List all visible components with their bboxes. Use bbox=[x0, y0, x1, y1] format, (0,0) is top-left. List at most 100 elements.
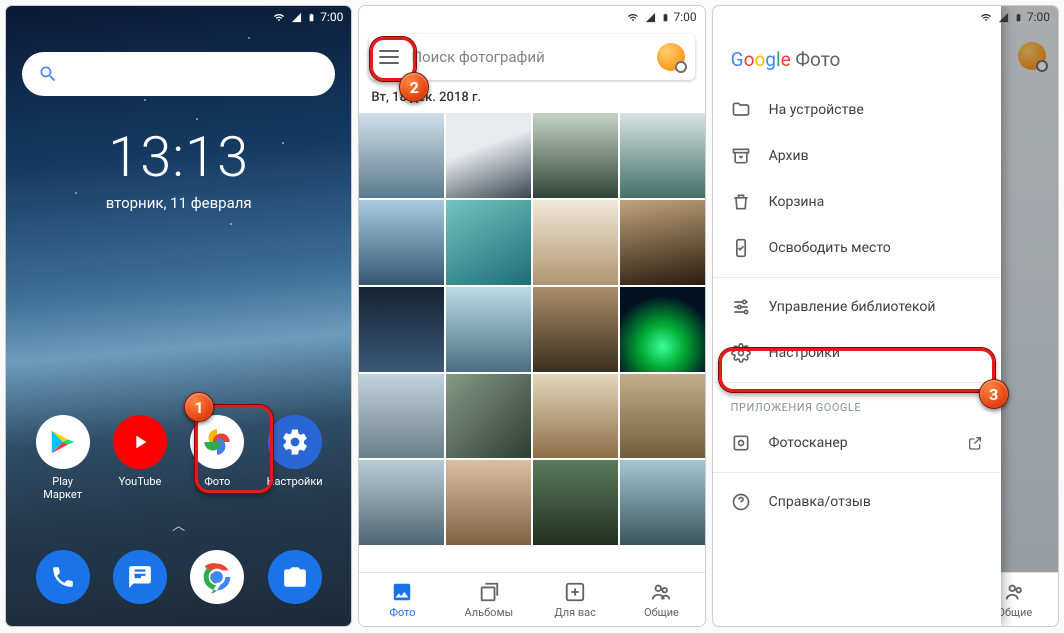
status-bar: 7:00 bbox=[6, 6, 351, 28]
photo-thumbnail[interactable] bbox=[620, 200, 705, 285]
separator bbox=[713, 472, 1001, 473]
dock-phone[interactable] bbox=[36, 550, 90, 604]
nav-label: Общие bbox=[644, 606, 679, 619]
drawer-title: Google Фото bbox=[713, 36, 1001, 87]
search-bar[interactable] bbox=[22, 52, 335, 96]
drawer-item-scanner[interactable]: Фотосканер bbox=[713, 420, 1001, 466]
photo-thumbnail[interactable] bbox=[620, 113, 705, 198]
drawer-label: Освободить место bbox=[769, 240, 891, 256]
photo-thumbnail[interactable] bbox=[533, 460, 618, 545]
product-name: Фото bbox=[795, 48, 840, 71]
trash-icon bbox=[731, 192, 751, 212]
app-row: Play Маркет YouTube Фото Настройки bbox=[6, 415, 351, 501]
signal-icon bbox=[997, 12, 1010, 23]
phone-home-screen: 7:00 13:13 вторник, 11 февраля Play Марк… bbox=[6, 6, 351, 626]
nav-photos[interactable]: Фото bbox=[359, 573, 445, 626]
battery-icon bbox=[1014, 11, 1023, 24]
app-play-market[interactable]: Play Маркет bbox=[32, 415, 94, 501]
photo-thumbnail[interactable] bbox=[359, 460, 444, 545]
wifi-icon bbox=[626, 12, 640, 23]
battery-icon bbox=[661, 11, 670, 24]
photos-tab-icon bbox=[391, 581, 413, 603]
albums-tab-icon bbox=[478, 581, 500, 603]
app-label: YouTube bbox=[119, 475, 162, 488]
shared-tab-icon bbox=[650, 581, 672, 603]
youtube-icon bbox=[113, 415, 167, 469]
dock-camera[interactable] bbox=[268, 550, 322, 604]
photo-thumbnail[interactable] bbox=[533, 374, 618, 459]
drawer-label: На устройстве bbox=[769, 102, 864, 118]
photo-thumbnail[interactable] bbox=[359, 287, 444, 372]
photo-thumbnail[interactable] bbox=[446, 200, 531, 285]
account-avatar[interactable] bbox=[657, 43, 685, 71]
photo-thumbnail[interactable] bbox=[533, 287, 618, 372]
photo-thumbnail[interactable] bbox=[620, 460, 705, 545]
search-icon bbox=[38, 64, 58, 84]
photo-thumbnail[interactable] bbox=[446, 460, 531, 545]
phone-check-icon bbox=[731, 238, 751, 258]
status-bar: 7:00 bbox=[359, 6, 704, 28]
photo-thumbnail[interactable] bbox=[533, 200, 618, 285]
drawer-label: Фотосканер bbox=[769, 435, 848, 451]
drawer-item-archive[interactable]: Архив bbox=[713, 133, 1001, 179]
callout-badge-3: 3 bbox=[979, 379, 1009, 409]
photo-grid bbox=[359, 113, 704, 545]
nav-shared[interactable]: Общие bbox=[618, 573, 704, 626]
drawer-item-trash[interactable]: Корзина bbox=[713, 179, 1001, 225]
play-market-icon bbox=[36, 415, 90, 469]
status-bar: 7:00 bbox=[713, 6, 1058, 28]
app-label: Настройки bbox=[267, 475, 323, 488]
photo-thumbnail[interactable] bbox=[533, 113, 618, 198]
folder-icon bbox=[731, 100, 751, 120]
photo-thumbnail[interactable] bbox=[446, 287, 531, 372]
dock bbox=[6, 542, 351, 626]
settings-icon bbox=[268, 415, 322, 469]
dock-chrome[interactable] bbox=[190, 550, 244, 604]
callout-badge-1: 1 bbox=[184, 392, 214, 422]
navigation-drawer: Google Фото На устройстве Архив Корзина … bbox=[713, 6, 1001, 626]
drawer-label: Корзина bbox=[769, 194, 825, 210]
photo-thumbnail[interactable] bbox=[620, 287, 705, 372]
photo-thumbnail[interactable] bbox=[446, 113, 531, 198]
nav-label: Для вас bbox=[554, 606, 596, 619]
status-time: 7:00 bbox=[320, 10, 343, 24]
nav-label: Альбомы bbox=[464, 606, 513, 619]
photo-thumbnail[interactable] bbox=[359, 374, 444, 459]
status-time: 7:00 bbox=[1027, 10, 1050, 24]
dock-messages[interactable] bbox=[113, 550, 167, 604]
photo-thumbnail[interactable] bbox=[620, 374, 705, 459]
drawer-label: Справка/отзыв bbox=[769, 494, 871, 510]
photo-thumbnail[interactable] bbox=[359, 113, 444, 198]
date: вторник, 11 февраля bbox=[6, 194, 351, 212]
nav-label: Фото bbox=[389, 606, 415, 619]
search-placeholder: Поиск фотографий bbox=[411, 48, 644, 66]
drawer-item-library[interactable]: Управление библиотекой bbox=[713, 284, 1001, 330]
nav-foryou[interactable]: Для вас bbox=[532, 573, 618, 626]
phone-photos-grid: 7:00 Поиск фотографий Вт, 18 дек. 2018 г… bbox=[359, 6, 704, 626]
archive-icon bbox=[731, 146, 751, 166]
drawer-label: Управление библиотекой bbox=[769, 299, 936, 315]
signal-icon bbox=[644, 12, 657, 23]
nav-albums[interactable]: Альбомы bbox=[446, 573, 532, 626]
shared-tab-icon bbox=[1004, 581, 1026, 603]
external-link-icon bbox=[967, 435, 983, 451]
drawer-item-device[interactable]: На устройстве bbox=[713, 87, 1001, 133]
drawer-section-header: ПРИЛОЖЕНИЯ GOOGLE bbox=[713, 389, 1001, 420]
wifi-icon bbox=[272, 12, 286, 23]
phone-drawer: 7:00 Общие Google Фото На устройстве Арх… bbox=[713, 6, 1058, 626]
status-time: 7:00 bbox=[674, 10, 697, 24]
photo-thumbnail[interactable] bbox=[446, 374, 531, 459]
signal-icon bbox=[290, 12, 303, 23]
separator bbox=[713, 277, 1001, 278]
callout-box-3 bbox=[719, 348, 995, 392]
drawer-item-free-space[interactable]: Освободить место bbox=[713, 225, 1001, 271]
battery-icon bbox=[307, 11, 316, 24]
app-label: Play Маркет bbox=[32, 475, 94, 501]
scanner-icon bbox=[731, 433, 751, 453]
photo-thumbnail[interactable] bbox=[359, 200, 444, 285]
app-youtube[interactable]: YouTube bbox=[109, 415, 171, 501]
help-icon bbox=[731, 492, 751, 512]
app-drawer-handle[interactable]: ︿ bbox=[6, 515, 351, 534]
clock: 13:13 bbox=[6, 124, 351, 190]
drawer-item-help[interactable]: Справка/отзыв bbox=[713, 479, 1001, 525]
